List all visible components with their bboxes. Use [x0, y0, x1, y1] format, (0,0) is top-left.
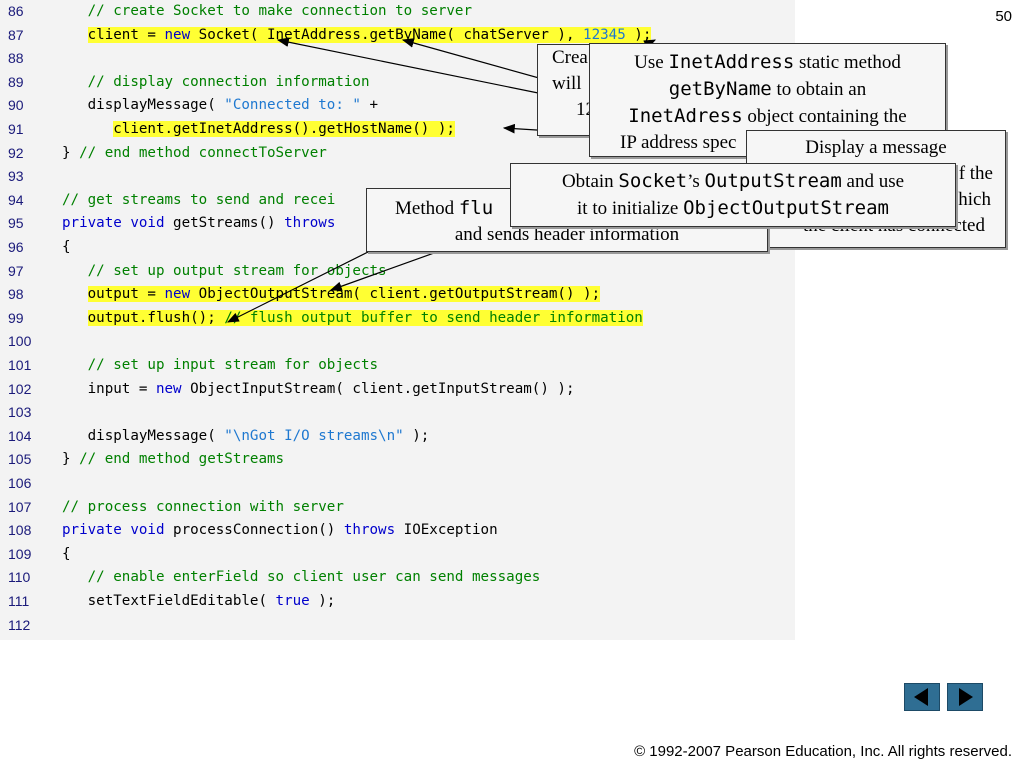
copyright-footer: © 1992-2007 Pearson Education, Inc. All …: [634, 743, 1012, 760]
line-number: 110: [8, 569, 31, 586]
line-number: 86: [8, 3, 24, 19]
line-number: 92: [8, 144, 24, 161]
code-line: 111 setTextFieldEditable( true );: [0, 590, 795, 613]
code-text: // process connection with server: [62, 498, 344, 515]
code-line: 86 // create Socket to make connection t…: [0, 0, 795, 23]
line-number: 109: [8, 545, 32, 562]
code-text: setTextFieldEditable( true );: [62, 593, 336, 609]
line-number: 112: [8, 616, 31, 633]
code-text: } // end method connectToServer: [62, 144, 327, 161]
code-line: 97 // set up output stream for objects: [0, 260, 795, 283]
line-number: 106: [8, 475, 32, 491]
code-text: // create Socket to make connection to s…: [87, 3, 472, 19]
code-line: 101 // set up input stream for objects: [0, 354, 795, 377]
line-number: 99: [8, 309, 24, 326]
code-line: 107 // process connection with server: [0, 496, 795, 519]
code-line: 110 // enable enterField so client user …: [0, 566, 795, 589]
code-line: 102 input = new ObjectInputStream( clien…: [0, 378, 795, 401]
line-number: 97: [8, 262, 24, 279]
code-line: 108 private void processConnection() thro…: [0, 519, 795, 542]
left-arrow-icon: [914, 688, 928, 706]
line-number: 87: [8, 26, 24, 43]
code-line: 106: [0, 472, 795, 495]
callout-display-message-line1: Display a message: [805, 137, 947, 158]
code-text: // set up input stream for objects: [87, 357, 379, 373]
code-text: output.flush(); // flush output buffer t…: [87, 309, 643, 326]
code-text: {: [62, 545, 71, 562]
code-text: {: [62, 239, 71, 255]
line-number: 101: [8, 357, 32, 373]
code-line: 105 } // end method getStreams: [0, 448, 795, 471]
code-line: 103: [0, 401, 795, 424]
code-line: 109 {: [0, 543, 795, 566]
code-text: private void getStreams() throws: [62, 215, 336, 232]
code-text: } // end method getStreams: [62, 451, 285, 468]
code-text: // get streams to send and recei: [62, 191, 336, 208]
previous-slide-button[interactable]: [904, 683, 940, 711]
line-number: 98: [8, 286, 24, 303]
code-line: 98 output = new ObjectOutputStream( clie…: [0, 283, 795, 306]
next-slide-button[interactable]: [947, 683, 983, 711]
code-line: 104 displayMessage( "\nGot I/O streams\n…: [0, 425, 795, 448]
callout-output-stream: Obtain Socket’s OutputStream and use it …: [510, 163, 956, 227]
line-number: 100: [8, 333, 32, 350]
code-text: // enable enterField so client user can …: [87, 569, 541, 586]
line-number: 103: [8, 404, 32, 421]
line-number: 102: [8, 380, 32, 397]
code-text: // display connection information: [87, 73, 370, 90]
line-number: 89: [8, 73, 24, 90]
code-text: input = new ObjectInputStream( client.ge…: [62, 380, 575, 397]
line-number: 94: [8, 191, 24, 208]
code-text: // set up output stream for objects: [87, 262, 387, 279]
line-number: 105: [8, 451, 32, 468]
line-number: 107: [8, 498, 32, 515]
code-line: 100: [0, 330, 795, 353]
right-arrow-icon: [959, 688, 973, 706]
code-text: displayMessage( "\nGot I/O streams\n" );: [62, 427, 430, 444]
code-text: client.getInetAddress().getHostName() );: [113, 121, 455, 137]
page-number: 50: [995, 8, 1012, 25]
line-number: 111: [8, 593, 30, 609]
line-number: 108: [8, 522, 32, 539]
line-number: 88: [8, 50, 24, 67]
line-number: 95: [8, 215, 24, 232]
code-text: private void processConnection() throws …: [62, 522, 498, 539]
line-number: 96: [8, 239, 24, 255]
line-number: 90: [8, 97, 24, 114]
line-number: 104: [8, 427, 32, 444]
line-number: 91: [8, 121, 24, 137]
line-number: 93: [8, 168, 24, 185]
code-text: displayMessage( "Connected to: " +: [62, 97, 379, 114]
code-text: output = new ObjectOutputStream( client.…: [87, 286, 601, 303]
code-line: 112: [0, 614, 795, 637]
code-line: 99 output.flush(); // flush output buffe…: [0, 307, 795, 330]
